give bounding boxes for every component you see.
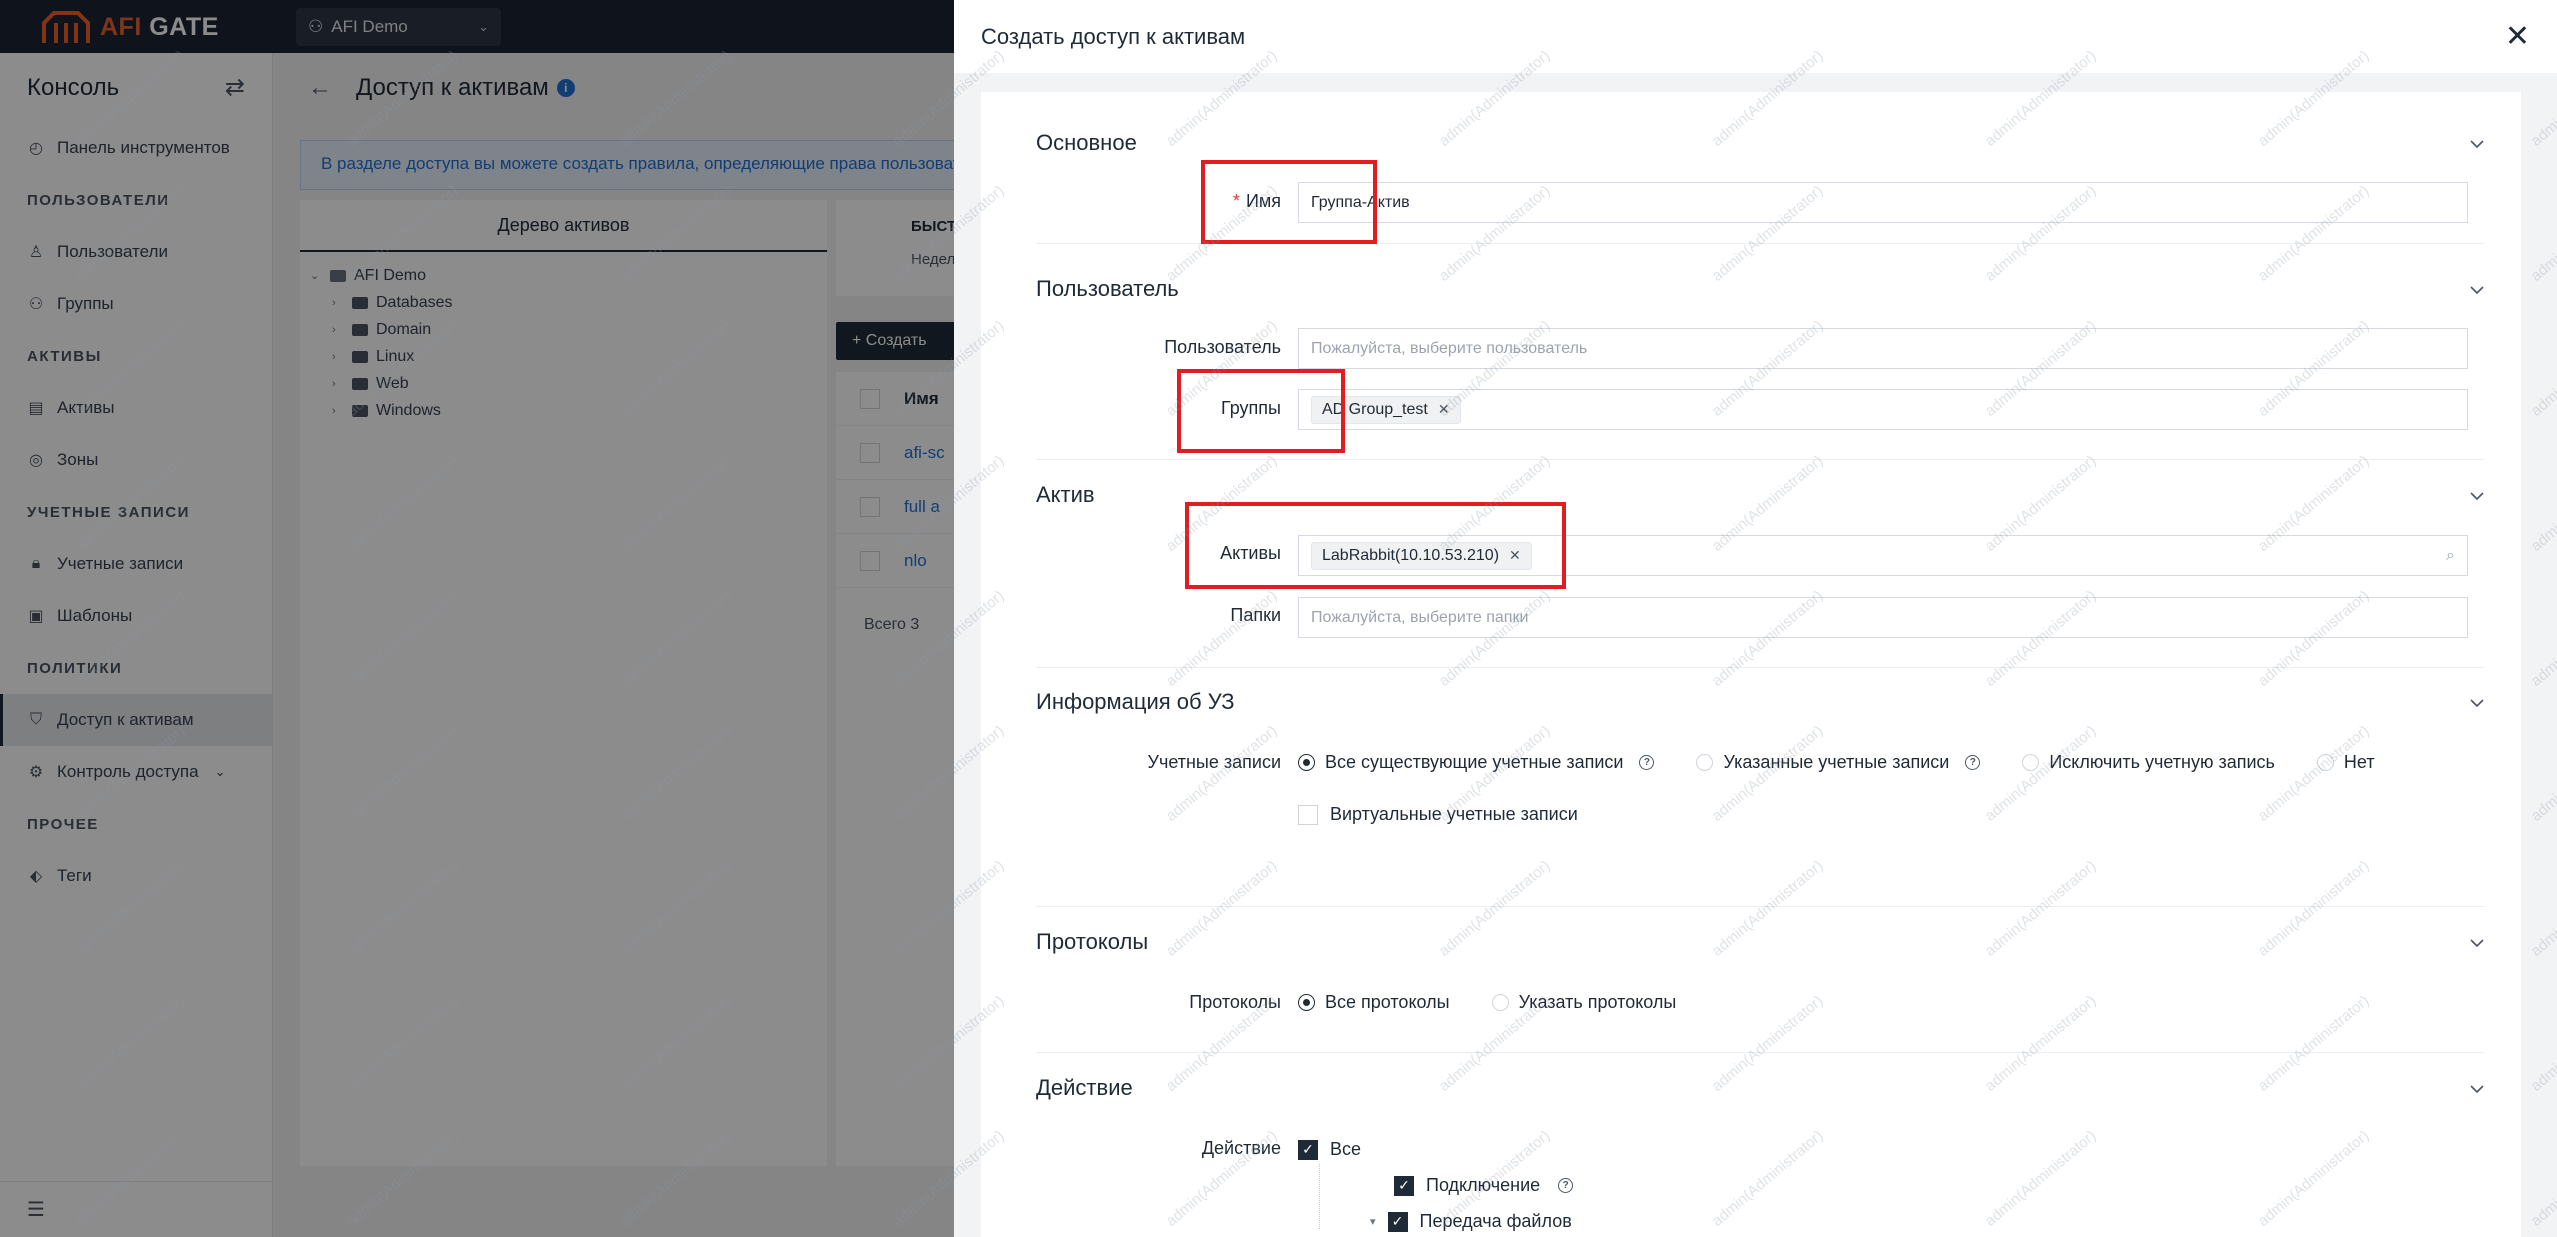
highlight-box-groups [1177, 369, 1345, 453]
chevron-down-icon[interactable] [2469, 935, 2485, 951]
radio-label: Все существующие учетные записи [1325, 752, 1624, 772]
folders-select-placeholder: Пожалуйста, выберите папки [1311, 608, 1529, 626]
action-connect-label: Подключение [1426, 1175, 1541, 1195]
action-connect-checkbox[interactable]: ✓ [1394, 1175, 1414, 1196]
chevron-down-icon[interactable] [2469, 488, 2485, 504]
tree-connector [1319, 1164, 1320, 1229]
action-file-transfer-label: Передача файлов [1419, 1211, 1572, 1231]
create-access-drawer: Создать доступ к активам ✕ Основное * Имя… [954, 0, 2557, 1237]
action-file-transfer-row[interactable]: ▾ ✓ Передача файлов [1370, 1211, 1572, 1232]
virtual-accounts-checkbox[interactable] [1298, 804, 1318, 825]
drawer-header: Создать доступ к активам ✕ [954, 0, 2557, 73]
drawer-title: Создать доступ к активам [981, 23, 1246, 49]
radio-option[interactable]: Все протоколы [1298, 992, 1450, 1013]
radio-button[interactable] [1491, 994, 1509, 1011]
virtual-accounts-label: Виртуальные учетные записи [1330, 804, 1578, 824]
protocols-radio-group: Все протоколы Указать протоколы [1298, 992, 1718, 1013]
divider [1036, 459, 2485, 460]
radio-button[interactable] [1298, 994, 1315, 1011]
search-icon[interactable]: ⌕ [2446, 547, 2455, 565]
radio-option[interactable]: Исключить учетную запись [2022, 752, 2275, 773]
section-user-title: Пользователь [1036, 276, 1179, 301]
folders-select[interactable]: Пожалуйста, выберите папки [1298, 597, 2468, 638]
radio-option[interactable]: Указать протоколы [1491, 992, 1677, 1013]
chevron-down-icon[interactable] [2469, 282, 2485, 298]
action-all-checkbox[interactable]: ✓ [1298, 1139, 1318, 1160]
help-icon[interactable]: ? [1639, 755, 1655, 770]
groups-select[interactable]: AD Group_test ✕ [1298, 389, 2468, 430]
action-connect-row[interactable]: ✓ Подключение ? [1394, 1175, 1574, 1196]
radio-label: Исключить учетную запись [2049, 752, 2275, 772]
radio-label: Все протоколы [1325, 992, 1450, 1012]
action-all-label: Все [1330, 1139, 1362, 1159]
section-action-title: Действие [1036, 1075, 1133, 1100]
chevron-down-icon[interactable] [2469, 695, 2485, 711]
highlight-box-assets [1185, 502, 1566, 589]
section-basic-title: Основное [1036, 130, 1137, 155]
section-asset-title: Актив [1036, 482, 1095, 507]
action-label: Действие [1201, 1138, 1281, 1158]
radio-option[interactable]: Все существующие учетные записи? [1298, 752, 1655, 773]
radio-button[interactable] [2022, 754, 2040, 771]
action-file-transfer-checkbox[interactable]: ✓ [1387, 1211, 1408, 1232]
user-select-placeholder: Пожалуйста, выберите пользователь [1311, 339, 1588, 357]
accounts-label: Учетные записи [1147, 752, 1281, 772]
chevron-down-icon[interactable] [2469, 136, 2485, 152]
remove-tag-icon[interactable]: ✕ [1438, 401, 1450, 418]
folders-label: Папки [1230, 605, 1281, 625]
help-icon[interactable]: ? [1965, 755, 1981, 770]
protocols-label: Протоколы [1189, 992, 1281, 1012]
highlight-box-name [1201, 160, 1377, 244]
radio-label: Указанные учетные записи [1723, 752, 1950, 772]
action-all-row[interactable]: ✓ Все [1298, 1139, 1361, 1160]
divider [1036, 667, 2485, 668]
radio-button[interactable] [1696, 754, 1714, 771]
section-protocols-title: Протоколы [1036, 929, 1149, 954]
modal-overlay[interactable] [0, 0, 954, 1237]
radio-button[interactable] [2316, 754, 2334, 771]
name-input[interactable]: Группа-Актив [1298, 182, 2468, 223]
divider [1036, 906, 2485, 907]
help-icon[interactable]: ? [1558, 1178, 1574, 1193]
form-card: Основное * Имя Группа-Актив Пользователь … [981, 92, 2521, 1237]
accounts-radio-group: Все существующие учетные записи? Указанны… [1298, 752, 2417, 773]
virtual-accounts-checkbox-row[interactable]: Виртуальные учетные записи [1298, 804, 1578, 825]
divider [1036, 1052, 2485, 1053]
radio-option[interactable]: Нет [2316, 752, 2375, 773]
radio-button[interactable] [1298, 754, 1315, 771]
radio-label: Указать протоколы [1518, 992, 1677, 1012]
section-account-title: Информация об УЗ [1036, 689, 1235, 714]
user-label: Пользователь [1164, 337, 1281, 357]
caret-down-icon[interactable]: ▾ [1370, 1215, 1376, 1228]
radio-label: Нет [2343, 752, 2375, 772]
chevron-down-icon[interactable] [2469, 1081, 2485, 1097]
user-select[interactable]: Пожалуйста, выберите пользователь [1298, 328, 2468, 369]
close-icon[interactable]: ✕ [2505, 21, 2530, 52]
radio-option[interactable]: Указанные учетные записи? [1696, 752, 1981, 773]
